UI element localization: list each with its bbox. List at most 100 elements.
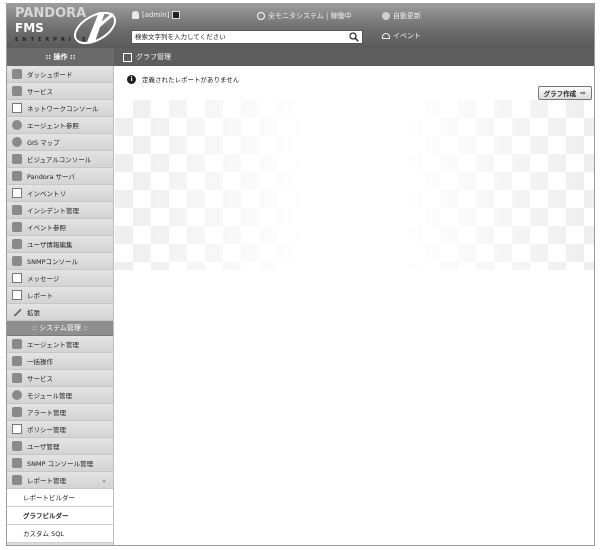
sidebar-item-extensions[interactable]: 拡張 — [7, 304, 113, 321]
status-icon — [257, 12, 265, 20]
sidebar-item-label: ユーザ管理 — [27, 443, 60, 451]
logout-icon[interactable] — [172, 11, 181, 19]
sidebar-item-label: サービス — [27, 88, 53, 96]
sidebar-subitem-graph-builder[interactable]: グラフビルダー — [7, 507, 113, 525]
sidebar-item-dashboard[interactable]: ダッシュボード — [7, 66, 113, 83]
create-graph-label: グラフ作成 — [543, 90, 577, 98]
sidebar-item-inventory[interactable]: インベントリ — [7, 185, 113, 202]
sidebar: ダッシュボード サービス ネットワークコンソール エージェント参照 GIS マッ… — [7, 66, 114, 545]
sidebar-item-label: ポリシー管理 — [27, 426, 66, 434]
sidebar-item-alert-manage[interactable]: アラート管理 — [7, 404, 113, 421]
page-title: グラフ管理 — [123, 48, 171, 66]
sidebar-item-agent-manage[interactable]: エージェント管理 — [7, 336, 113, 353]
sidebar-item-label: インシデント管理 — [27, 207, 79, 215]
sidebar-item-visual-console[interactable]: ビジュアルコンソール — [7, 151, 113, 168]
user-icon — [12, 239, 22, 249]
sidebar-item-module-manage[interactable]: モジュール管理 — [7, 387, 113, 404]
sidebar-item-label: イベント参照 — [27, 224, 66, 232]
services-icon — [12, 373, 22, 383]
chevron-down-icon: ⌄ — [101, 476, 107, 484]
globe-icon — [12, 137, 22, 147]
sidebar-item-snmp-manage[interactable]: SNMP コンソール管理 — [7, 455, 113, 472]
main-content: i 定義されたレポートがありません グラフ作成 ⇨ — [115, 66, 594, 545]
sidebar-item-label: モジュール管理 — [27, 392, 73, 400]
menu-title: :: 操作 :: — [7, 48, 114, 66]
sidebar-item-user-manage[interactable]: ユーザ管理 — [7, 438, 113, 455]
snmp-icon — [12, 458, 22, 468]
incident-icon — [12, 205, 22, 215]
module-icon — [12, 390, 22, 400]
sidebar-item-bulk-ops[interactable]: 一括操作 — [7, 353, 113, 370]
inventory-icon — [12, 188, 22, 198]
snmp-icon — [12, 256, 22, 266]
sidebar-item-label: 拡張 — [27, 309, 40, 317]
user-icon — [132, 11, 139, 19]
refresh-icon — [382, 12, 390, 20]
page-title-text: グラフ管理 — [136, 53, 171, 61]
logo-swoosh-icon — [74, 11, 116, 45]
agent-manage-icon — [12, 339, 22, 349]
admin-section-header: :: システム管理 :: — [7, 321, 113, 336]
sidebar-item-reports[interactable]: レポート — [7, 287, 113, 304]
sidebar-item-gis-map[interactable]: GIS マップ — [7, 134, 113, 151]
mail-icon — [12, 273, 22, 283]
arrow-right-icon: ⇨ — [580, 89, 586, 97]
create-graph-button[interactable]: グラフ作成 ⇨ — [537, 86, 592, 100]
event-icon — [12, 222, 22, 232]
search-box — [131, 30, 363, 44]
info-icon: i — [127, 74, 136, 84]
sidebar-item-incident[interactable]: インシデント管理 — [7, 202, 113, 219]
report-manage-icon — [12, 475, 22, 485]
app-window: PANDORA FMS ENTERPRISE [admin] 全モニタシステム … — [6, 3, 595, 546]
sidebar-item-label: レポート管理 — [27, 477, 66, 485]
sidebar-item-label: サービス — [27, 375, 53, 383]
sidebar-item-label: SNMPコンソール — [27, 258, 79, 266]
sidebar-item-label: メッセージ — [27, 275, 60, 283]
monitor-status-text: 全モニタシステム | 稼働中 — [268, 12, 352, 20]
sidebar-item-label: アラート管理 — [27, 409, 66, 417]
sub-header-bar: :: 操作 :: グラフ管理 — [7, 48, 594, 66]
sidebar-item-network-console[interactable]: ネットワークコンソール — [7, 100, 113, 117]
sidebar-item-label: GIS マップ — [27, 139, 60, 147]
sidebar-item-pandora-server[interactable]: Pandora サーバ — [7, 168, 113, 185]
sidebar-item-label: ビジュアルコンソール — [27, 156, 92, 164]
sidebar-item-messages[interactable]: メッセージ — [7, 270, 113, 287]
bulk-icon — [12, 356, 22, 366]
visual-console-icon — [12, 154, 22, 164]
header-user[interactable]: [admin] — [132, 11, 181, 19]
search-icon[interactable] — [349, 32, 359, 42]
bell-icon — [382, 33, 390, 39]
sidebar-item-agent-view[interactable]: エージェント参照 — [7, 117, 113, 134]
sidebar-item-user-edit[interactable]: ユーザ情報編集 — [7, 236, 113, 253]
pandora-logo[interactable]: PANDORA FMS ENTERPRISE — [7, 4, 119, 48]
dashboard-icon — [12, 69, 22, 79]
services-icon — [12, 86, 22, 96]
agent-icon — [12, 120, 22, 130]
sidebar-item-policy-manage[interactable]: ポリシー管理 — [7, 421, 113, 438]
event-label: イベント — [393, 32, 421, 40]
users-icon — [12, 441, 22, 451]
sidebar-item-report-manage[interactable]: レポート管理 ⌄ — [7, 472, 113, 489]
sidebar-item-label: レポート — [27, 292, 53, 300]
sidebar-item-services[interactable]: サービス — [7, 83, 113, 100]
alert-icon — [12, 407, 22, 417]
header-username: [admin] — [142, 11, 170, 19]
report-icon — [12, 290, 22, 300]
header-monitor-status[interactable]: 全モニタシステム | 稼働中 — [257, 11, 352, 21]
search-input[interactable] — [132, 31, 342, 43]
sidebar-item-label: Pandora サーバ — [27, 173, 75, 181]
sidebar-item-label: エージェント参照 — [27, 122, 79, 130]
info-message-text: 定義されたレポートがありません — [142, 76, 240, 84]
header-auto-refresh[interactable]: 自動更新 — [382, 11, 421, 21]
network-icon — [12, 103, 22, 113]
header-event[interactable]: イベント — [382, 31, 421, 41]
sidebar-item-admin-services[interactable]: サービス — [7, 370, 113, 387]
sidebar-subitem-report-builder[interactable]: レポートビルダー — [7, 489, 113, 507]
background-pattern — [115, 100, 305, 270]
sidebar-item-label: エージェント管理 — [27, 341, 79, 349]
sidebar-item-snmp-console[interactable]: SNMPコンソール — [7, 253, 113, 270]
sidebar-item-events[interactable]: イベント参照 — [7, 219, 113, 236]
sidebar-item-label: ユーザ情報編集 — [27, 241, 73, 249]
sidebar-subitem-custom-sql[interactable]: カスタム SQL — [7, 525, 113, 543]
policy-icon — [12, 424, 22, 434]
